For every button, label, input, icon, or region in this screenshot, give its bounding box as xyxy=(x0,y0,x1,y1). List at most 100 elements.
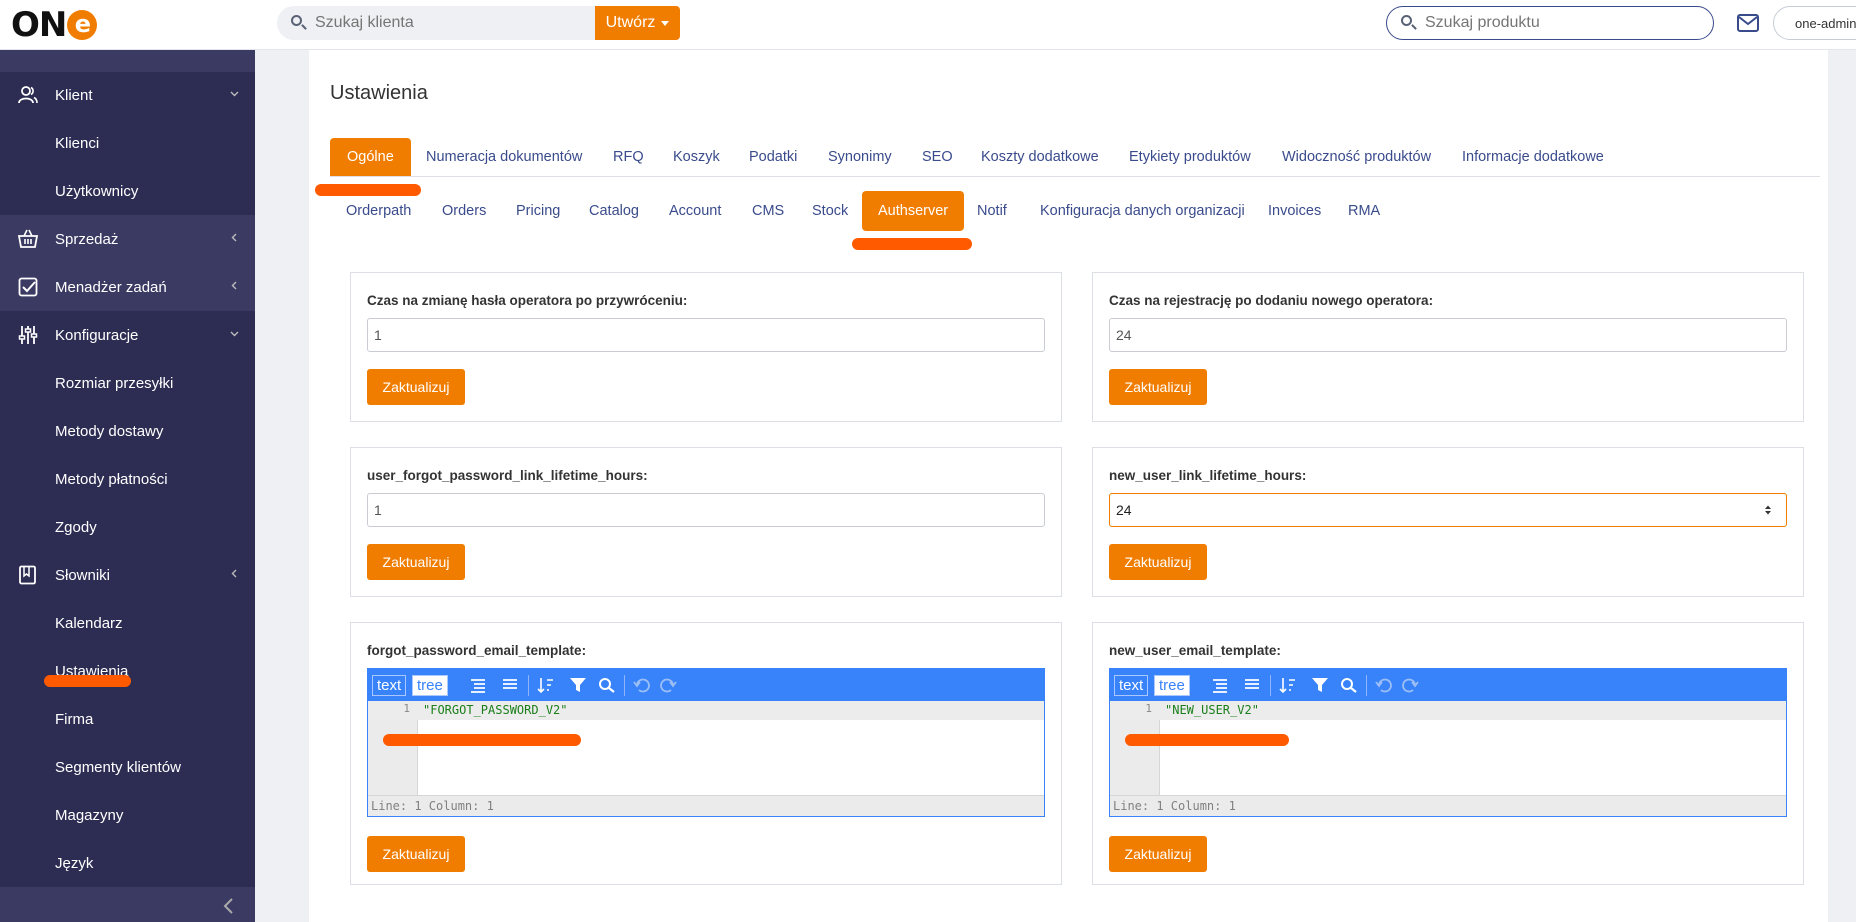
tab-numeracja-dokumentow[interactable]: Numeracja dokumentów xyxy=(426,138,582,176)
update-button[interactable]: Zaktualizuj xyxy=(367,544,465,580)
setting-label: new_user_link_lifetime_hours: xyxy=(1109,468,1307,483)
sidebar-group-menadzer-zadan[interactable]: Menadżer zadań xyxy=(0,263,255,311)
subtab-orders[interactable]: Orders xyxy=(442,191,486,231)
chevron-down-icon xyxy=(230,91,239,97)
filter-icon[interactable] xyxy=(569,677,587,693)
user-menu-button[interactable]: one-admin xyxy=(1773,6,1856,40)
settings-tabs: Ogólne Numeracja dokumentów RFQ Koszyk P… xyxy=(330,138,1820,177)
format-icon[interactable] xyxy=(469,677,487,693)
setting-input[interactable]: 1 xyxy=(367,318,1045,352)
sidebar-item-klienci[interactable]: Klienci xyxy=(0,119,255,167)
compact-icon[interactable] xyxy=(1243,677,1261,693)
tab-koszty-dodatkowe[interactable]: Koszty dodatkowe xyxy=(981,138,1099,176)
spinner-arrows-icon[interactable] xyxy=(1764,504,1772,516)
tab-podatki[interactable]: Podatki xyxy=(749,138,797,176)
mode-text-button[interactable]: text xyxy=(372,675,407,696)
code-content[interactable]: "NEW_USER_V2" xyxy=(1165,703,1259,717)
sidebar-item-metody-dostawy[interactable]: Metody dostawy xyxy=(0,407,255,455)
sidebar-item-jezyk[interactable]: Język xyxy=(0,839,255,887)
search-icon[interactable] xyxy=(598,677,616,693)
update-button[interactable]: Zaktualizuj xyxy=(1109,836,1207,872)
compact-icon[interactable] xyxy=(501,677,519,693)
tab-etykiety-produktow[interactable]: Etykiety produktów xyxy=(1129,138,1251,176)
redo-icon[interactable] xyxy=(659,677,677,693)
subtab-authserver[interactable]: Authserver xyxy=(862,191,965,231)
subtab-pricing[interactable]: Pricing xyxy=(516,191,560,231)
subtab-cms[interactable]: CMS xyxy=(752,191,784,231)
tab-synonimy[interactable]: Synonimy xyxy=(828,138,892,176)
logo[interactable]: ON e xyxy=(11,5,98,45)
mail-icon[interactable] xyxy=(1737,14,1759,32)
caret-down-icon xyxy=(661,20,670,26)
json-editor-toolbar: text tree xyxy=(368,669,1044,701)
filter-icon[interactable] xyxy=(1311,677,1329,693)
sidebar-item-previous[interactable] xyxy=(0,50,255,72)
update-button[interactable]: Zaktualizuj xyxy=(1109,544,1207,580)
sidebar-item-ustawienia[interactable]: Ustawienia xyxy=(0,647,255,695)
mode-tree-button[interactable]: tree xyxy=(1154,675,1190,696)
json-editor-toolbar: text tree xyxy=(1110,669,1786,701)
tab-ogolne[interactable]: Ogólne xyxy=(330,138,411,176)
search-icon[interactable] xyxy=(1340,677,1358,693)
setting-input[interactable]: 24 xyxy=(1109,493,1787,527)
chevron-left-icon[interactable] xyxy=(220,897,238,915)
update-button[interactable]: Zaktualizuj xyxy=(367,369,465,405)
sidebar-item-firma[interactable]: Firma xyxy=(0,695,255,743)
subtab-stock[interactable]: Stock xyxy=(812,191,848,231)
mode-tree-button[interactable]: tree xyxy=(412,675,448,696)
users-icon xyxy=(18,86,38,104)
active-item-highlight xyxy=(44,675,131,687)
setting-label: Czas na rejestrację po dodaniu nowego op… xyxy=(1109,293,1434,308)
sidebar-item-metody-platnosci[interactable]: Metody płatności xyxy=(0,455,255,503)
sort-icon[interactable] xyxy=(537,677,555,693)
mode-text-button[interactable]: text xyxy=(1114,675,1149,696)
sidebar-item-kalendarz[interactable]: Kalendarz xyxy=(0,599,255,647)
subtab-catalog[interactable]: Catalog xyxy=(589,191,639,231)
setting-input[interactable]: 24 xyxy=(1109,318,1787,352)
undo-icon[interactable] xyxy=(1375,677,1393,693)
tab-koszyk[interactable]: Koszyk xyxy=(673,138,720,176)
subtab-rma[interactable]: RMA xyxy=(1348,191,1380,231)
checkbox-icon xyxy=(18,277,38,297)
sidebar-item-rozmiar-przesylki[interactable]: Rozmiar przesyłki xyxy=(0,359,255,407)
format-icon[interactable] xyxy=(1211,677,1229,693)
subtab-notif[interactable]: Notif xyxy=(977,191,1007,231)
page-title: Ustawienia xyxy=(330,82,428,104)
basket-icon xyxy=(18,229,38,248)
search-icon xyxy=(1401,15,1417,31)
subtab-orderpath[interactable]: Orderpath xyxy=(346,191,411,231)
update-button[interactable]: Zaktualizuj xyxy=(1109,369,1207,405)
client-search-input[interactable] xyxy=(315,14,585,32)
product-search-input[interactable] xyxy=(1425,14,1695,32)
update-button[interactable]: Zaktualizuj xyxy=(367,836,465,872)
subtab-account[interactable]: Account xyxy=(669,191,721,231)
sidebar-group-sprzedaz[interactable]: Sprzedaż xyxy=(0,215,255,263)
code-highlight-mark xyxy=(1125,734,1289,746)
sidebar-item-magazyny[interactable]: Magazyny xyxy=(0,791,255,839)
json-editor[interactable]: text tree 1 "FORGOT_PASSWORD_V2" Line: 1… xyxy=(367,668,1045,817)
toolbar-divider xyxy=(624,675,625,696)
setting-card: new_user_email_template: text tree 1 "NE… xyxy=(1092,622,1804,885)
json-editor[interactable]: text tree 1 "NEW_USER_V2" Line: 1 Column… xyxy=(1109,668,1787,817)
sidebar-item-zgody[interactable]: Zgody xyxy=(0,503,255,551)
sidebar-group-slowniki[interactable]: Słowniki xyxy=(0,551,255,599)
code-content[interactable]: "FORGOT_PASSWORD_V2" xyxy=(423,703,568,717)
toolbar-divider xyxy=(528,675,529,696)
create-button[interactable]: Utwórz xyxy=(595,6,680,40)
book-icon xyxy=(19,565,36,585)
setting-input[interactable]: 1 xyxy=(367,493,1045,527)
tab-informacje-dodatkowe[interactable]: Informacje dodatkowe xyxy=(1462,138,1604,176)
subtab-invoices[interactable]: Invoices xyxy=(1268,191,1321,231)
tab-rfq[interactable]: RFQ xyxy=(613,138,644,176)
undo-icon[interactable] xyxy=(633,677,651,693)
tab-widocznosc-produktow[interactable]: Widoczność produktów xyxy=(1282,138,1431,176)
sidebar-item-uzytkownicy[interactable]: Użytkownicy xyxy=(0,167,255,215)
subtab-konfiguracja-danych-organizacji[interactable]: Konfiguracja danych organizacji xyxy=(1040,191,1245,231)
setting-label: Czas na zmianę hasła operatora po przywr… xyxy=(367,293,688,308)
sort-icon[interactable] xyxy=(1279,677,1297,693)
sidebar-item-segmenty-klientow[interactable]: Segmenty klientów xyxy=(0,743,255,791)
redo-icon[interactable] xyxy=(1401,677,1419,693)
sidebar-group-klient[interactable]: Klient xyxy=(0,71,255,119)
sidebar-group-konfiguracje[interactable]: Konfiguracje xyxy=(0,311,255,359)
tab-seo[interactable]: SEO xyxy=(922,138,953,176)
